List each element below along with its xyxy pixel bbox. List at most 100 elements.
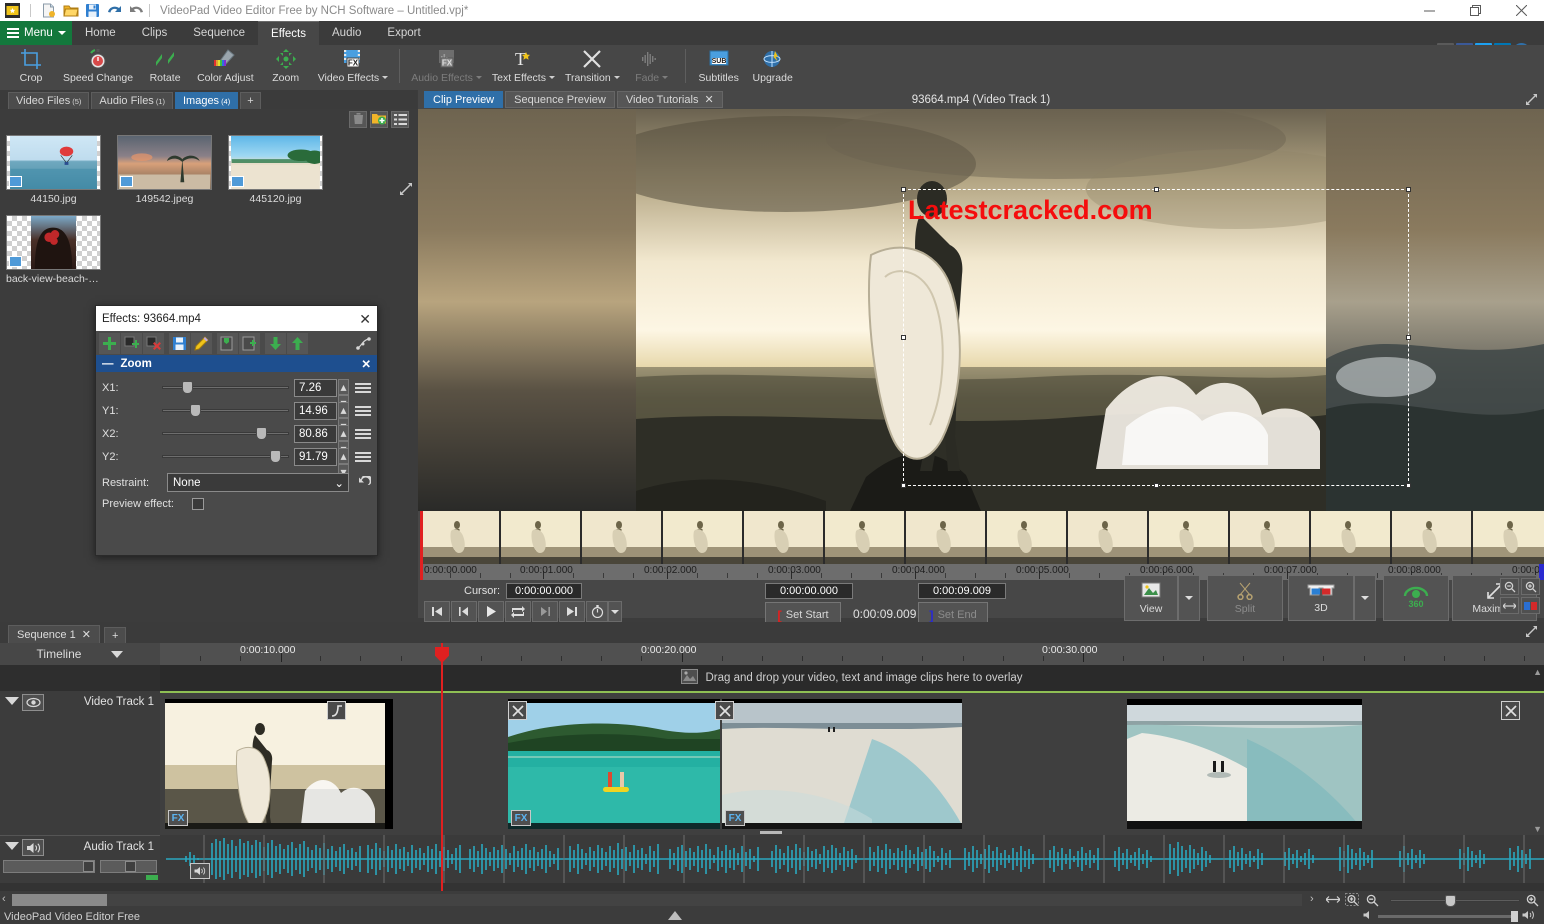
curve-editor-icon[interactable] (353, 333, 374, 354)
timeline-mode-selector[interactable]: Timeline (0, 643, 160, 665)
preview-zoom-out-button[interactable] (1500, 578, 1519, 595)
add-keyframe-icon[interactable] (121, 333, 142, 354)
step-back-button[interactable] (451, 601, 477, 622)
delete-icon[interactable] (349, 111, 367, 128)
timeline-zoom-in-icon[interactable] (1526, 894, 1539, 910)
bin-item[interactable]: back-view-beach-bea… (6, 215, 101, 285)
chevron-down-icon[interactable] (614, 76, 620, 79)
ribbon-fade-button[interactable]: Fade (625, 45, 679, 90)
chevron-down-icon[interactable] (662, 76, 668, 79)
bin-tab-images[interactable]: Images(4) (175, 92, 238, 109)
fade-in-handle[interactable] (327, 701, 346, 720)
cursor-timecode[interactable]: 0:00:00.000 (506, 583, 582, 599)
timeline-zoom-slider[interactable] (1390, 895, 1520, 905)
jump-end-button[interactable] (559, 601, 585, 622)
add-effect-icon[interactable] (99, 333, 120, 354)
x1-value[interactable]: 7.26 (294, 379, 337, 397)
transition-handle[interactable] (1501, 701, 1520, 720)
add-sequence-button[interactable]: + (104, 627, 126, 643)
volume-slider-track[interactable] (1378, 915, 1518, 918)
bin-item[interactable]: 149542.jpeg (117, 135, 212, 205)
timeline-zoom-out-icon[interactable] (1366, 894, 1379, 910)
view-button[interactable]: View (1124, 575, 1178, 621)
view-dropdown-button[interactable] (1178, 575, 1200, 621)
tab-audio[interactable]: Audio (319, 21, 374, 45)
minimize-button[interactable] (1406, 0, 1452, 21)
preview-stage[interactable]: Latestcracked.com (418, 109, 1544, 511)
tab-video-tutorials[interactable]: Video Tutorials ✕ (617, 91, 723, 108)
edit-icon[interactable] (191, 333, 212, 354)
y2-stepper[interactable]: ▴▾ (338, 448, 349, 466)
ribbon-transition-button[interactable]: Transition (560, 45, 625, 90)
close-icon[interactable]: ✕ (82, 628, 91, 641)
resize-handle-n[interactable] (1154, 187, 1159, 192)
timer-button[interactable] (586, 601, 608, 622)
scroll-left-icon[interactable]: ‹ (2, 893, 6, 905)
chevron-down-icon[interactable] (549, 76, 555, 79)
x1-slider[interactable] (162, 379, 289, 397)
loop-button[interactable] (505, 601, 531, 622)
zoom-selection-icon[interactable] (1345, 893, 1360, 910)
timeline-expand-icon[interactable] (1525, 625, 1538, 641)
new-project-icon[interactable] (40, 2, 57, 19)
tab-sequence-preview[interactable]: Sequence Preview (505, 91, 615, 108)
restore-button[interactable] (1452, 0, 1498, 21)
resize-handle-w[interactable] (901, 335, 906, 340)
panel-expand-icon[interactable] (668, 911, 682, 920)
fx-badge[interactable]: FX (511, 810, 531, 826)
ribbon-audio-effects-button[interactable]: FX Audio Effects (406, 45, 487, 90)
table-row[interactable] (1127, 699, 1362, 829)
resize-handle-nw[interactable] (901, 187, 906, 192)
y2-value[interactable]: 91.79 (294, 448, 337, 466)
x1-stepper[interactable]: ▴▾ (338, 379, 349, 397)
3d-button[interactable]: 3D (1288, 575, 1354, 621)
y1-value[interactable]: 14.96 (294, 402, 337, 420)
timeline-playhead[interactable] (441, 643, 443, 891)
tab-clip-preview[interactable]: Clip Preview (424, 91, 503, 108)
fx-badge[interactable]: FX (168, 810, 188, 826)
resize-handle-sw[interactable] (901, 483, 906, 488)
tab-home[interactable]: Home (72, 21, 129, 45)
zoom-selection-box[interactable] (903, 189, 1409, 486)
close-button[interactable] (1498, 0, 1544, 21)
x1-menu-icon[interactable] (355, 380, 371, 396)
bin-add-tab-button[interactable]: + (240, 92, 260, 109)
paste-effect-icon[interactable] (239, 333, 260, 354)
fit-timeline-icon[interactable] (1326, 894, 1340, 908)
track-visibility-icon[interactable] (22, 694, 44, 711)
master-volume-control[interactable] (1363, 909, 1536, 923)
y1-slider[interactable] (162, 402, 289, 420)
bin-item[interactable]: 445120.jpg (228, 135, 323, 205)
collapse-icon[interactable]: — (102, 358, 114, 370)
y1-stepper[interactable]: ▴▾ (338, 402, 349, 420)
undo-icon[interactable] (106, 2, 123, 19)
overlay-drop-zone[interactable]: Drag and drop your video, text and image… (160, 665, 1544, 691)
close-icon[interactable]: ✕ (704, 93, 713, 106)
reset-icon[interactable] (355, 475, 371, 491)
x2-menu-icon[interactable] (355, 426, 371, 442)
transition-handle[interactable] (508, 701, 527, 720)
3d-dropdown-button[interactable] (1354, 575, 1376, 621)
bin-tab-video-files[interactable]: Video Files(5) (8, 92, 89, 109)
resize-handle-s[interactable] (1154, 483, 1159, 488)
add-file-icon[interactable] (370, 111, 388, 128)
start-timecode[interactable]: 0:00:00.000 (765, 583, 853, 599)
list-view-icon[interactable] (391, 111, 409, 128)
sequence-tab[interactable]: Sequence 1 ✕ (8, 625, 100, 643)
timeline-scroll-down-icon[interactable]: ▼ (1533, 824, 1542, 834)
audio-pan-slider[interactable] (100, 860, 157, 873)
timeline-scrollbar-thumb[interactable] (12, 894, 107, 906)
menu-button[interactable]: Menu (0, 21, 72, 45)
y2-menu-icon[interactable] (355, 449, 371, 465)
clip-filmstrip[interactable] (420, 511, 1544, 564)
ribbon-color-adjust-button[interactable]: Color Adjust (192, 45, 259, 90)
table-row[interactable]: FX (165, 699, 393, 829)
save-icon[interactable] (84, 2, 101, 19)
table-row[interactable]: FX (722, 699, 962, 829)
ribbon-speed-change-button[interactable]: Speed Change (58, 45, 138, 90)
ribbon-subtitles-button[interactable]: SUB Subtitles (692, 45, 746, 90)
preview-expand-icon[interactable] (1525, 93, 1538, 109)
x2-value[interactable]: 80.86 (294, 425, 337, 443)
transition-handle[interactable] (715, 701, 734, 720)
preview-zoom-in-button[interactable] (1521, 578, 1540, 595)
